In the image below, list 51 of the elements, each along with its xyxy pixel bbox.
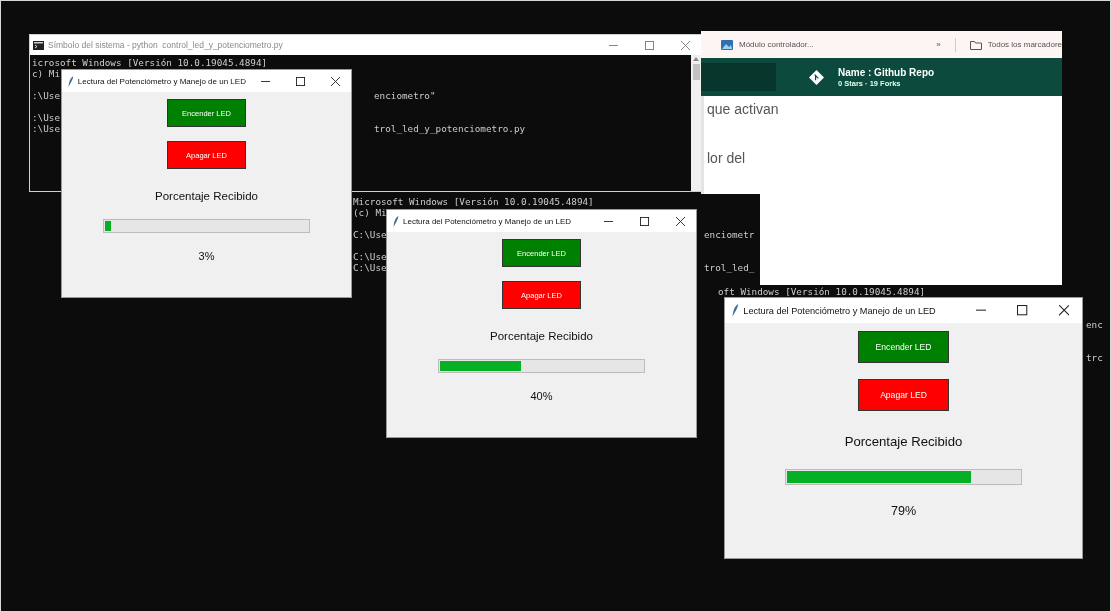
console-text: :\Use (32, 112, 60, 123)
maximize-icon[interactable] (295, 76, 305, 86)
window-title: Lectura del Potenciómetro y Manejo de un LED (77, 76, 246, 86)
console-text: C:\Use (353, 251, 387, 262)
scroll-thumb[interactable] (692, 64, 700, 80)
repo-name: Name : Github Repo (838, 66, 935, 79)
folder-icon (969, 39, 982, 50)
console-text: oft Windows [Versión 10.0.19045.4894] (718, 286, 926, 297)
bookmark-folder[interactable]: Todos los marcadore (987, 40, 1062, 49)
terminal-icon (33, 40, 44, 50)
console-text: :\Use (32, 90, 60, 101)
feather-icon (731, 304, 739, 317)
console-text: C:\Use (353, 229, 387, 240)
percentage-label: Porcentaje Recibido (490, 329, 593, 343)
window-title: Lectura del Potenciómetro y Manejo de un LED (403, 216, 573, 226)
percentage-label: Porcentaje Recibido (155, 189, 258, 203)
feather-icon (68, 75, 74, 87)
maximize-icon[interactable] (1017, 305, 1028, 316)
more-bookmarks-button[interactable]: » (936, 40, 941, 49)
console-text: C:\Use (353, 262, 387, 273)
feather-icon (393, 215, 399, 227)
percentage-reading: 79% (890, 502, 917, 519)
window-title: Símbolo del sistema - python control_led_y_potenciometro.py (48, 40, 284, 50)
console-text: :\Use (32, 123, 60, 134)
console-text: enciometro" (374, 90, 436, 101)
git-icon (809, 69, 824, 85)
page-text: lor del (707, 149, 747, 167)
close-icon[interactable] (331, 76, 340, 86)
turn-on-button[interactable]: Encender LED (858, 331, 949, 364)
up-arrow-icon[interactable] (693, 57, 699, 61)
page-text: que activan (707, 100, 780, 118)
console-text: Microsoft Windows [Versión 10.0.19045.4894] (353, 196, 594, 207)
scroll-bar[interactable] (691, 55, 701, 191)
window-title: Lectura del Potenciómetro y Manejo de un LED (743, 305, 937, 316)
console-text: trc (1086, 352, 1103, 363)
console-text: trol_led_y_potenciometro.py (374, 123, 526, 134)
close-icon[interactable] (1058, 305, 1069, 316)
percentage-reading: 40% (530, 389, 553, 403)
maximize-icon[interactable] (639, 216, 649, 226)
image-icon (721, 39, 733, 50)
turn-off-button[interactable]: Apagar LED (858, 379, 949, 412)
bookmark-link[interactable]: Módulo controlador... (739, 40, 814, 49)
console-text: (c) Mi (353, 207, 387, 218)
console-text: c) Mi (32, 68, 60, 79)
console-text: icrosoft Windows [Versión 10.0.19045.4894] (32, 57, 268, 68)
percentage-label: Porcentaje Recibido (844, 434, 963, 451)
console-text: enciometr (704, 229, 755, 240)
percentage-reading: 3% (198, 249, 215, 263)
close-icon[interactable] (675, 216, 685, 226)
console-text: trol_led_ (704, 262, 755, 273)
console-text: enc (1086, 319, 1103, 330)
